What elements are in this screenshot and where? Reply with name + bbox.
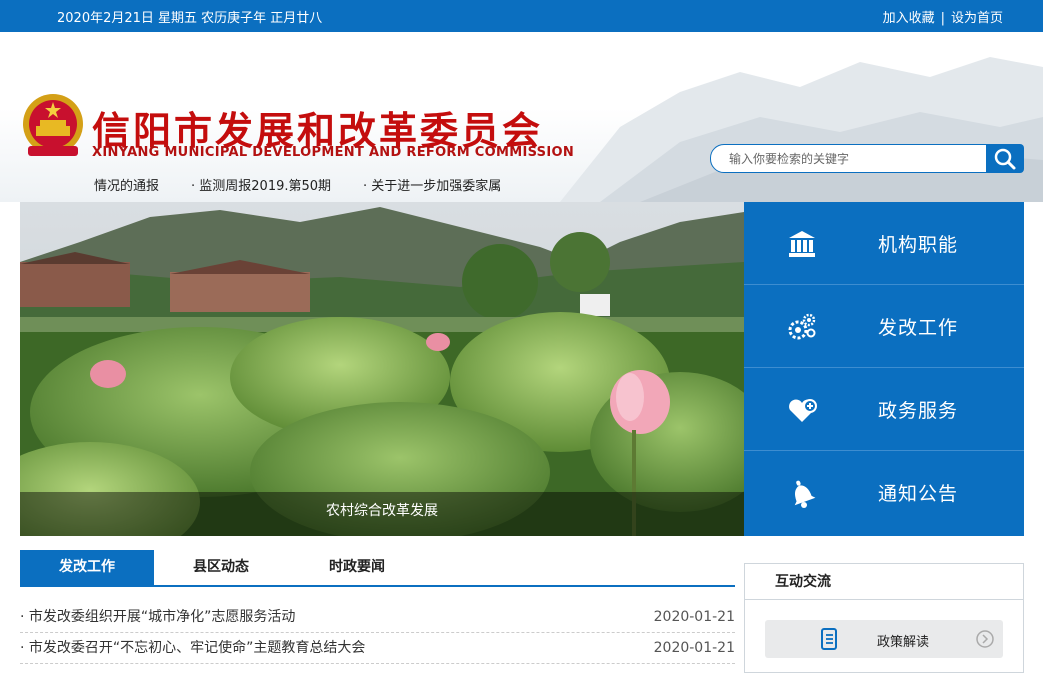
news-ticker: 情况的通报 · 监测周报2019.第50期 · 关于进一步加强委家属	[94, 175, 546, 195]
top-bar: 2020年2月21日 星期五 农历庚子年 正月廿八 加入收藏 | 设为首页	[0, 0, 1043, 32]
quick-link-notice[interactable]: 通知公告	[744, 451, 1024, 534]
set-homepage-link[interactable]: 设为首页	[951, 11, 1003, 26]
document-icon	[821, 628, 837, 650]
ticker-item[interactable]: · 关于进一步加强委家属	[363, 179, 501, 194]
news-row[interactable]: · 市发改委组织开展“城市净化”志愿服务活动 2020-01-21	[20, 602, 735, 633]
arrow-right-circle-icon	[976, 630, 994, 648]
search-input[interactable]	[710, 144, 988, 173]
tab-politics-news[interactable]: 时政要闻	[290, 550, 424, 585]
site-title-en: XINYANG MUNICIPAL DEVELOPMENT AND REFORM…	[92, 145, 575, 160]
gears-icon	[788, 313, 816, 340]
quick-link-label: 机构职能	[878, 234, 959, 256]
quick-link-label: 发改工作	[878, 317, 959, 339]
national-emblem-icon	[23, 94, 83, 156]
search-button[interactable]	[986, 144, 1024, 173]
quick-link-label: 政务服务	[878, 400, 959, 422]
link-separator: |	[940, 11, 945, 26]
interaction-panel: 互动交流 政策解读	[744, 563, 1024, 673]
quick-links-panel: 机构职能 发改工作 政务服务 通知公告	[744, 202, 1024, 536]
institution-icon	[789, 231, 815, 257]
add-favorite-link[interactable]: 加入收藏	[883, 11, 935, 26]
quick-link-work[interactable]: 发改工作	[744, 285, 1024, 368]
tab-work[interactable]: 发改工作	[20, 550, 154, 585]
lotus-pond-photo	[20, 202, 744, 536]
search-icon	[994, 148, 1016, 170]
policy-interpretation-button[interactable]: 政策解读	[765, 620, 1003, 658]
ticker-item[interactable]: · 监测周报2019.第50期	[191, 179, 331, 194]
news-title[interactable]: · 市发改委召开“不忘初心、牢记使命”主题教育总结大会	[20, 633, 365, 664]
interaction-title: 互动交流	[745, 564, 1023, 600]
news-date: 2020-01-21	[653, 609, 735, 625]
heart-service-icon	[789, 399, 817, 422]
banner-caption: 农村综合改革发展	[20, 492, 744, 536]
top-links: 加入收藏 | 设为首页	[883, 7, 1003, 26]
ticker-item[interactable]: 情况的通报	[94, 179, 159, 194]
policy-interpretation-label: 政策解读	[877, 635, 930, 650]
news-row[interactable]: · 市发改委召开“不忘初心、牢记使命”主题教育总结大会 2020-01-21	[20, 633, 735, 664]
quick-link-label: 通知公告	[878, 483, 959, 505]
banner-slideshow[interactable]: 农村综合改革发展	[20, 202, 744, 536]
news-date: 2020-01-21	[653, 640, 735, 656]
news-list: · 市发改委组织开展“城市净化”志愿服务活动 2020-01-21 · 市发改委…	[20, 602, 735, 664]
tab-county-news[interactable]: 县区动态	[154, 550, 288, 585]
quick-link-service[interactable]: 政务服务	[744, 368, 1024, 451]
news-title[interactable]: · 市发改委组织开展“城市净化”志愿服务活动	[20, 602, 295, 633]
current-date: 2020年2月21日 星期五 农历庚子年 正月廿八	[57, 11, 323, 26]
site-header: 信阳市发展和改革委员会 XINYANG MUNICIPAL DEVELOPMEN…	[0, 32, 1043, 202]
bell-icon	[794, 480, 816, 508]
news-tabs: 发改工作 县区动态 时政要闻	[20, 550, 735, 587]
quick-link-institution[interactable]: 机构职能	[744, 202, 1024, 285]
search-box	[710, 144, 1024, 173]
